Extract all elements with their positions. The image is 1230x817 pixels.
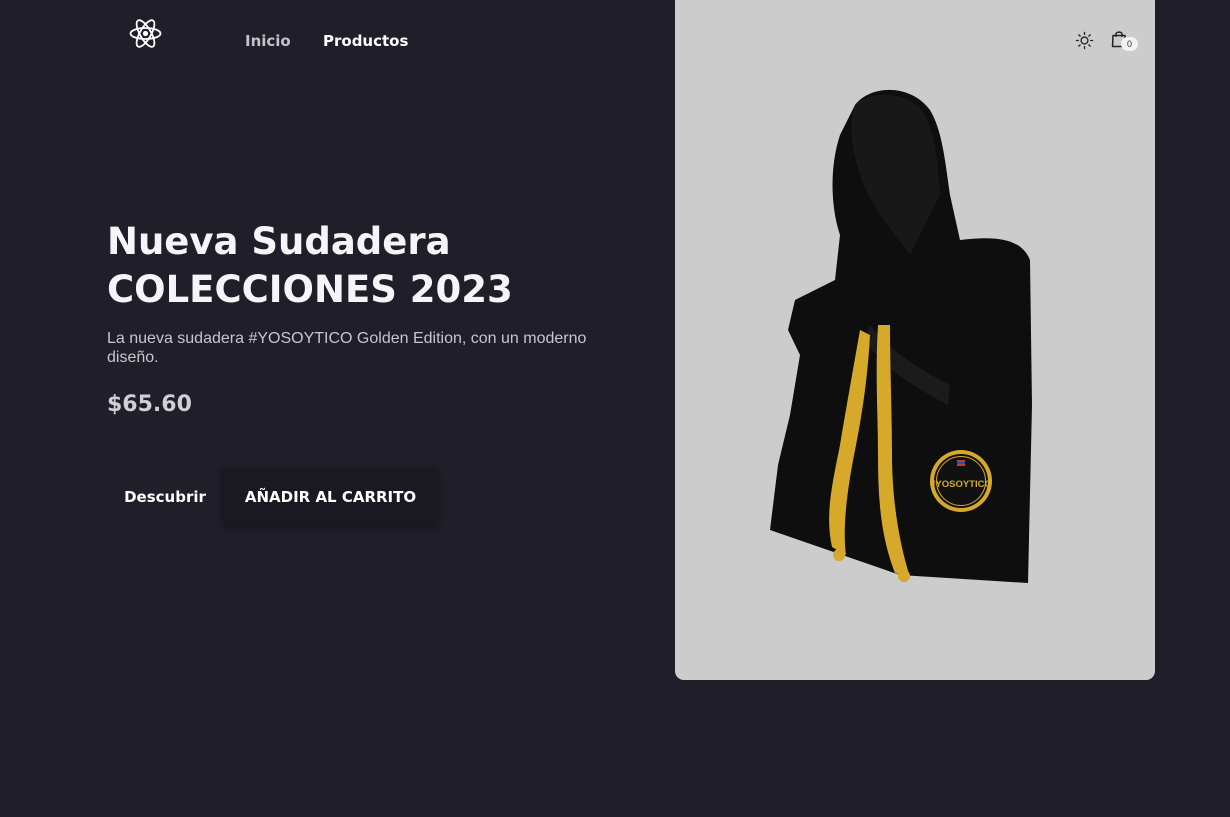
- badge-text: #YOSOYTICO: [930, 479, 992, 490]
- yosoytico-badge: #YOSOYTICO: [930, 450, 992, 512]
- hero-title: Nueva Sudadera COLECCIONES 2023: [107, 218, 647, 314]
- cart-count-badge: 0: [1121, 37, 1138, 51]
- product-price: $65.60: [107, 392, 192, 417]
- react-atom-icon[interactable]: [129, 18, 162, 49]
- nav-link-inicio[interactable]: Inicio: [245, 32, 323, 50]
- nav-link-productos[interactable]: Productos: [323, 32, 408, 50]
- hero-description: La nueva sudadera #YOSOYTICO Golden Edit…: [107, 330, 587, 366]
- main-nav: Inicio Productos: [245, 32, 408, 50]
- sun-icon[interactable]: [1075, 31, 1094, 50]
- hero-title-line2: COLECCIONES 2023: [107, 268, 513, 311]
- hero-title-line1: Nueva Sudadera: [107, 220, 451, 263]
- page: Inicio Productos Nueva Sudadera COLECCIO…: [0, 0, 1230, 817]
- add-to-cart-button[interactable]: AÑADIR AL CARRITO: [223, 468, 438, 526]
- discover-button[interactable]: Descubrir: [107, 468, 223, 526]
- hoodie-product-image: #YOSOYTICO: [770, 89, 1032, 584]
- product-image-panel: #YOSOYTICO: [675, 0, 1155, 680]
